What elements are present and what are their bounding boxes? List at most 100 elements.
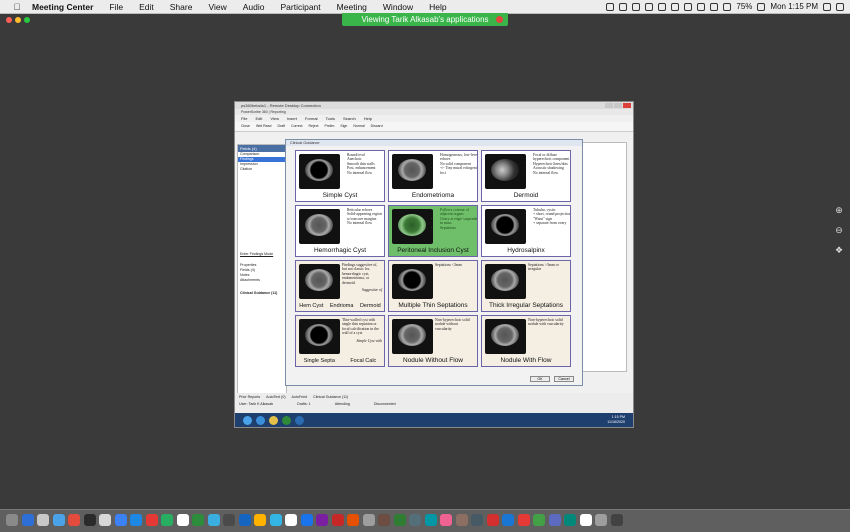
guidance-card[interactable]: Round/ovalAnechoicSmooth thin wallsPost.…: [295, 150, 385, 202]
card-label-part[interactable]: Single Septa: [304, 358, 335, 364]
dropbox-icon[interactable]: [606, 2, 615, 11]
clock-icon[interactable]: [697, 2, 706, 11]
dock-app-icon[interactable]: [393, 514, 406, 526]
dock-app-icon[interactable]: [486, 514, 499, 526]
bitcoin-icon[interactable]: [671, 2, 680, 11]
dock-app-icon[interactable]: [455, 514, 468, 526]
dock-app-icon[interactable]: [6, 514, 18, 526]
app-menu-format[interactable]: Format: [305, 115, 318, 122]
guidance-card[interactable]: Non-hyperechoic solid nodule without vas…: [388, 315, 478, 367]
taskbar-clock[interactable]: 1:15 PM 11/16/2020: [607, 415, 625, 424]
menu-audio[interactable]: Audio: [243, 2, 265, 12]
app-menu-view[interactable]: View: [270, 115, 279, 122]
dock-app-icon[interactable]: [68, 514, 80, 526]
report-editor[interactable]: [577, 142, 627, 372]
powerscribe-icon[interactable]: [295, 416, 304, 425]
toolbar-correct[interactable]: Correct: [291, 122, 302, 131]
dock-app-icon[interactable]: [223, 514, 235, 526]
menu-view[interactable]: View: [208, 2, 226, 12]
dock-app-icon[interactable]: [564, 514, 576, 526]
menu-window[interactable]: Window: [383, 2, 413, 12]
menu-share[interactable]: Share: [170, 2, 193, 12]
menu-edit[interactable]: Edit: [139, 2, 154, 12]
bank-icon[interactable]: [645, 2, 654, 11]
dock-app-icon[interactable]: [471, 514, 483, 526]
dock-app-icon[interactable]: [114, 514, 127, 526]
tab-autofeed[interactable]: AutoFeed: [292, 395, 308, 399]
app-icon[interactable]: [282, 416, 291, 425]
guidance-card[interactable]: Findings suggestive of, but not classic …: [295, 260, 385, 312]
dock-app-icon[interactable]: [99, 514, 111, 526]
minimize-window-icon[interactable]: [15, 17, 21, 23]
guidance-card[interactable]: Reticular echoesSolid-appearing region w…: [295, 205, 385, 257]
dock-app-icon[interactable]: [21, 514, 34, 526]
app-menu-file[interactable]: File: [241, 115, 247, 122]
toolbar-wet-read[interactable]: Wet Read: [256, 122, 272, 131]
ok-button[interactable]: OK: [530, 376, 550, 382]
dock-app-icon[interactable]: [610, 514, 623, 526]
dock-app-icon[interactable]: [378, 514, 390, 526]
app-menu-search[interactable]: Search: [343, 115, 356, 122]
app-menu-tools[interactable]: Tools: [326, 115, 335, 122]
dock-app-icon[interactable]: [533, 514, 545, 526]
dock-app-icon[interactable]: [207, 514, 220, 526]
toolbar-reject[interactable]: Reject: [309, 122, 319, 131]
section-clinical-guidance[interactable]: Clinical Guidance (11): [238, 291, 286, 296]
dock-app-icon[interactable]: [52, 514, 65, 526]
dock-app-icon[interactable]: [331, 514, 344, 526]
enter-findings-mode-link[interactable]: Enter Findings Mode: [238, 252, 286, 257]
remote-close-button[interactable]: [623, 103, 631, 108]
app-menu-help[interactable]: Help: [364, 115, 372, 122]
dock-app-icon[interactable]: [37, 514, 49, 526]
app-menu-insert[interactable]: Insert: [287, 115, 297, 122]
start-button-icon[interactable]: [243, 416, 252, 425]
dock-app-icon[interactable]: [254, 514, 266, 526]
dock-app-icon[interactable]: [440, 514, 452, 526]
dock-app-icon[interactable]: [300, 514, 313, 526]
dock-app-icon[interactable]: [409, 514, 421, 526]
zoom-window-icon[interactable]: [24, 17, 30, 23]
spotlight-icon[interactable]: [823, 2, 831, 11]
menu-meeting[interactable]: Meeting: [337, 2, 367, 12]
dock-app-icon[interactable]: [130, 514, 142, 526]
menu-file[interactable]: File: [109, 2, 123, 12]
dock-app-icon[interactable]: [238, 514, 251, 526]
dock-app-icon[interactable]: [83, 514, 96, 526]
toolbar-sign[interactable]: Sign: [340, 122, 347, 131]
dock-app-icon[interactable]: [595, 514, 607, 526]
stop-viewing-icon[interactable]: [496, 16, 503, 23]
guidance-card[interactable]: Tubular, cystic+ short, round projection…: [481, 205, 571, 257]
dock-app-icon[interactable]: [269, 514, 282, 526]
menubar-clock[interactable]: Mon 1:15 PM: [770, 2, 818, 11]
battery-icon[interactable]: [757, 2, 766, 11]
card-label-part[interactable]: Dermoid: [360, 303, 381, 309]
dock-app-icon[interactable]: [316, 514, 328, 526]
dock-app-icon[interactable]: [192, 514, 204, 526]
menu-help[interactable]: Help: [429, 2, 446, 12]
guidance-card[interactable]: Follows contour of adjacent organsOvary …: [388, 205, 478, 257]
dock-app-icon[interactable]: [285, 514, 297, 526]
fit-window-icon[interactable]: ❖: [832, 243, 846, 257]
guidance-card[interactable]: Septations >3mm or irregular Thick Irregu…: [481, 260, 571, 312]
wifi-icon[interactable]: [710, 2, 719, 11]
tab-prior-reports[interactable]: Prior Reports: [239, 395, 260, 399]
toolbar-close[interactable]: Close: [241, 122, 250, 131]
toolbar-discard[interactable]: Discard: [371, 122, 383, 131]
app-menu-edit[interactable]: Edit: [255, 115, 262, 122]
dock-app-icon[interactable]: [362, 514, 375, 526]
card-label-part[interactable]: Endrioma: [330, 303, 354, 309]
apple-menu-icon[interactable]: : [12, 2, 22, 12]
guidance-card[interactable]: Homogeneous, low-level echoesNo solid co…: [388, 150, 478, 202]
field-citation[interactable]: Citation: [238, 167, 286, 172]
ie-icon[interactable]: [256, 416, 265, 425]
alert-icon[interactable]: [632, 2, 641, 11]
dock-app-icon[interactable]: [161, 514, 173, 526]
dock-app-icon[interactable]: [347, 514, 359, 526]
gear-icon[interactable]: [619, 2, 628, 11]
toolbar-normal[interactable]: Normal: [353, 122, 364, 131]
dock-app-icon[interactable]: [502, 514, 514, 526]
card-label-part[interactable]: Hem Cyst: [299, 303, 323, 309]
menu-participant[interactable]: Participant: [280, 2, 320, 12]
volume-icon[interactable]: [723, 2, 732, 11]
remote-minimize-button[interactable]: [605, 103, 613, 108]
